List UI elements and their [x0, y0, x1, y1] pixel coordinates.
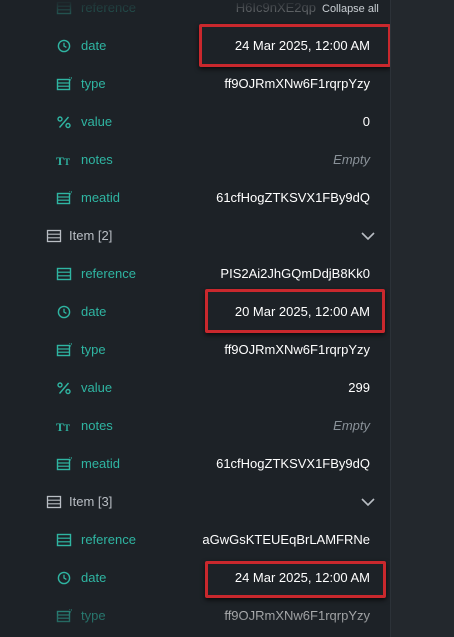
field-label: type: [81, 342, 106, 357]
string-field-icon: [56, 1, 72, 15]
right-side-panel: [390, 0, 454, 637]
field-value: H6Ic9nXE2qp: [235, 0, 316, 15]
field-value: ff9OJRmXNw6F1rqrpYzy: [224, 342, 370, 357]
percent-icon: [57, 116, 71, 129]
field-row-notes[interactable]: TT notes Empty: [0, 407, 390, 445]
percent-icon: [57, 382, 71, 395]
field-label: date: [81, 304, 107, 319]
svg-text:?: ?: [69, 609, 72, 615]
text-type-icon: TT: [56, 154, 70, 167]
field-value: Empty: [333, 152, 370, 167]
field-row-value[interactable]: value 0: [0, 103, 390, 141]
svg-text:T: T: [56, 420, 64, 433]
field-label: type: [81, 76, 106, 91]
optional-string-field-icon: ?: [56, 457, 72, 471]
clock-icon: [57, 39, 71, 53]
field-value: PIS2Ai2JhGQmDdjB8Kk0: [220, 266, 370, 281]
field-label: reference: [81, 266, 136, 281]
optional-string-field-icon: ?: [56, 609, 72, 623]
string-field-icon: [56, 267, 72, 281]
field-label: date: [81, 570, 107, 585]
list-item-icon: [46, 495, 62, 509]
field-label: meatid: [81, 190, 121, 205]
date-highlight-box: [205, 289, 385, 333]
field-label: type: [81, 608, 106, 623]
field-value: 0: [362, 114, 370, 129]
optional-string-field-icon: ?: [56, 191, 72, 205]
field-row-notes[interactable]: TT notes Empty: [0, 141, 390, 179]
string-field-icon: [56, 533, 72, 547]
field-value: 61cfHogZTKSVX1FBy9dQ: [216, 190, 370, 205]
svg-text:T: T: [64, 157, 70, 167]
clock-icon: [57, 571, 71, 585]
field-label: value: [81, 380, 113, 395]
item-title: Item [2]: [69, 228, 113, 243]
text-type-icon: TT: [56, 420, 70, 433]
svg-text:T: T: [64, 423, 70, 433]
svg-text:?: ?: [69, 191, 72, 197]
field-row-meatid[interactable]: ? meatid 61cfHogZTKSVX1FBy9dQ: [0, 445, 390, 483]
field-value: ff9OJRmXNw6F1rqrpYzy: [224, 76, 370, 91]
item-title: Item [3]: [69, 494, 113, 509]
clock-icon: [57, 305, 71, 319]
optional-string-field-icon: ?: [56, 343, 72, 357]
field-row-type[interactable]: ? type ff9OJRmXNw6F1rqrpYzy: [0, 597, 390, 635]
field-label: reference: [81, 532, 136, 547]
field-row-meatid[interactable]: ? meatid 61cfHogZTKSVX1FBy9dQ: [0, 179, 390, 217]
field-row-type[interactable]: ? type ff9OJRmXNw6F1rqrpYzy: [0, 331, 390, 369]
field-value: aGwGsKTEUEqBrLAMFRNe: [202, 532, 370, 547]
collapse-all-button[interactable]: Collapse all: [322, 3, 379, 15]
chevron-down-icon[interactable]: [360, 229, 376, 243]
item-header[interactable]: Item [2]: [0, 217, 390, 255]
date-highlight-box: [199, 24, 391, 67]
svg-text:?: ?: [69, 343, 72, 349]
list-item-icon: [46, 229, 62, 243]
field-row-value[interactable]: value 299: [0, 369, 390, 407]
chevron-down-icon[interactable]: [360, 495, 376, 509]
field-label: meatid: [81, 456, 121, 471]
field-value: 299: [348, 380, 370, 395]
date-highlight-box: [205, 561, 386, 598]
field-value: 61cfHogZTKSVX1FBy9dQ: [216, 456, 370, 471]
field-label: notes: [81, 418, 113, 433]
field-label: value: [81, 114, 113, 129]
field-row-type[interactable]: ? type ff9OJRmXNw6F1rqrpYzy: [0, 65, 390, 103]
field-row-reference[interactable]: reference PIS2Ai2JhGQmDdjB8Kk0: [0, 255, 390, 293]
field-label: notes: [81, 152, 113, 167]
field-row-reference[interactable]: reference aGwGsKTEUEqBrLAMFRNe: [0, 521, 390, 559]
item-header[interactable]: Item [3]: [0, 483, 390, 521]
svg-text:?: ?: [69, 77, 72, 83]
field-label: date: [81, 38, 107, 53]
svg-text:?: ?: [69, 457, 72, 463]
optional-string-field-icon: ?: [56, 77, 72, 91]
document-fields-panel: reference H6Ic9nXE2qp date 24 Mar 2025, …: [0, 0, 391, 637]
field-value: ff9OJRmXNw6F1rqrpYzy: [224, 608, 370, 623]
field-label: reference: [81, 0, 136, 15]
svg-text:T: T: [56, 154, 64, 167]
field-value: Empty: [333, 418, 370, 433]
